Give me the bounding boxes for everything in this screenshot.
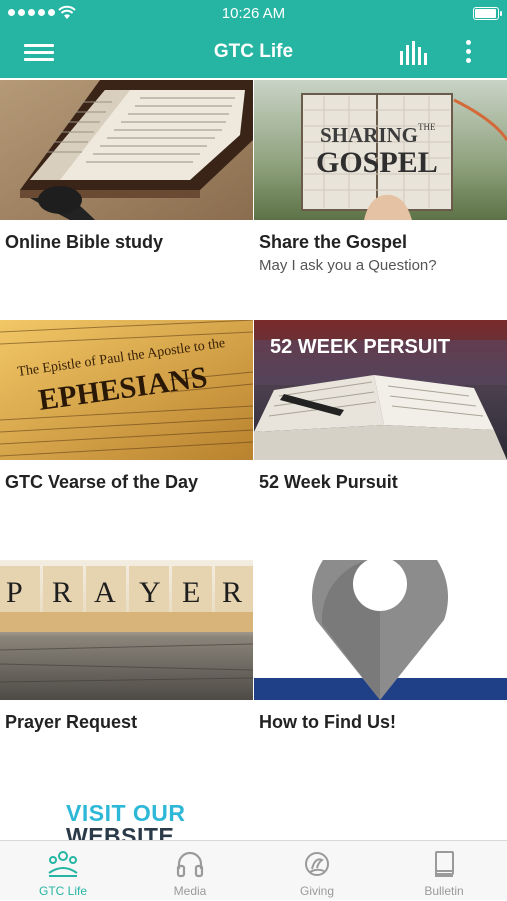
tab-label: Giving xyxy=(299,884,334,898)
letter-tile: Y xyxy=(139,576,161,609)
pursuit-banner-text: 52 WEEK PERSUIT xyxy=(270,336,450,358)
tile-title: Online Bible study xyxy=(5,232,164,252)
tab-label: Media xyxy=(173,884,207,898)
sharing-text: SHARING xyxy=(320,123,418,147)
letter-tile: P xyxy=(6,576,23,609)
letter-tile: R xyxy=(222,576,242,609)
tab-label: GTC Life xyxy=(38,884,87,898)
battery-icon xyxy=(473,7,502,20)
tab-bulletin[interactable]: Bulletin xyxy=(381,841,507,901)
tile-online-bible-study[interactable]: Online Bible study xyxy=(0,80,253,315)
tile-title: Prayer Request xyxy=(5,712,138,732)
open-book-image: 52 WEEK PERSUIT xyxy=(254,320,507,460)
the-text: THE xyxy=(418,122,436,132)
tile-how-to-find-us[interactable]: How to Find Us! xyxy=(254,560,507,795)
book-icon xyxy=(435,851,454,877)
tab-label: Bulletin xyxy=(424,884,464,898)
status-bar: 10:26 AM xyxy=(0,0,507,28)
more-options-icon[interactable] xyxy=(462,38,474,68)
tile-title: GTC Vearse of the Day xyxy=(5,472,199,492)
tab-media[interactable]: Media xyxy=(127,841,253,901)
prayer-tiles-image: P R A Y E R xyxy=(0,560,253,700)
map-pin-image xyxy=(254,560,507,700)
tile-verse-of-the-day[interactable]: The Epistle of Paul the Apostle to the E… xyxy=(0,320,253,555)
page-title: GTC Life xyxy=(213,41,294,62)
tile-prayer-request[interactable]: P R A Y E R Prayer Request xyxy=(0,560,253,795)
tile-title: Share the Gospel xyxy=(259,232,408,252)
website-text: WEBSITE xyxy=(66,823,175,840)
tile-subtitle: May I ask you a Question? xyxy=(259,257,437,274)
letter-tile: R xyxy=(52,576,72,609)
ephesians-page-image: The Epistle of Paul the Apostle to the E… xyxy=(0,320,253,460)
tab-gtc-life[interactable]: GTC Life xyxy=(0,841,126,901)
tile-52-week-pursuit[interactable]: 52 WEEK PERSUIT 52 Week Pursuit xyxy=(254,320,507,555)
tab-giving[interactable]: Giving xyxy=(254,841,380,901)
letter-tile: E xyxy=(182,576,200,609)
people-icon xyxy=(48,851,78,877)
sharing-gospel-image: SHARING THE GOSPEL xyxy=(254,80,507,220)
letter-tile: A xyxy=(94,576,116,609)
giving-icon xyxy=(305,852,329,876)
visit-website-banner[interactable]: VISIT OUR WEBSITE xyxy=(0,790,507,840)
audio-bars-icon[interactable] xyxy=(398,41,430,65)
tile-title: 52 Week Pursuit xyxy=(259,472,398,492)
bottom-tab-bar: GTC Life Media Giving Bulletin xyxy=(0,840,507,900)
tile-title: How to Find Us! xyxy=(259,712,396,732)
gospel-text: GOSPEL xyxy=(316,146,438,179)
headphones-icon xyxy=(176,851,204,878)
tile-share-the-gospel[interactable]: SHARING THE GOSPEL Share the Gospel May … xyxy=(254,80,507,315)
bible-book-image xyxy=(0,80,253,220)
app-bar: GTC Life xyxy=(0,28,507,78)
status-time: 10:26 AM xyxy=(221,5,286,22)
